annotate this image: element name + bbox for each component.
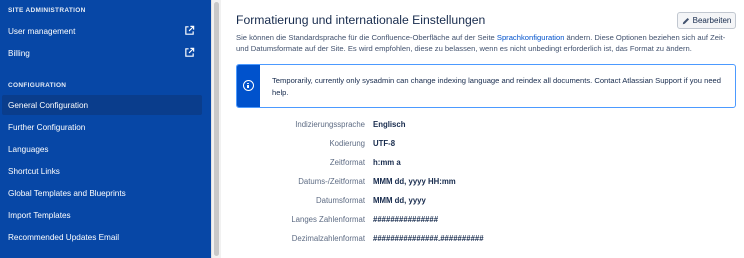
setting-row-time-format: Zeitformat h:mm a: [236, 158, 736, 176]
setting-label: Kodierung: [329, 139, 365, 148]
scrollbar-thumb[interactable]: [214, 2, 219, 256]
setting-label: Dezimalzahlenformat: [291, 234, 365, 243]
setting-label: Indizierungssprache: [295, 120, 365, 129]
sidebar-item-import-templates[interactable]: Import Templates: [0, 205, 211, 225]
setting-value: MMM dd, yyyy HH:mm: [373, 177, 456, 186]
info-icon: [243, 80, 254, 91]
sidebar-item-billing[interactable]: Billing: [0, 43, 211, 63]
setting-value: ###############.##########: [373, 234, 484, 243]
setting-value: UTF-8: [373, 139, 396, 148]
sidebar-item-label: User management: [8, 26, 76, 36]
main-content: Formatierung und internationale Einstell…: [236, 0, 744, 258]
section-title-site-administration: SITE ADMINISTRATION: [8, 7, 86, 14]
setting-row-long-number-format: Langes Zahlenformat ###############: [236, 215, 736, 233]
language-configuration-link[interactable]: Sprachkonfiguration: [497, 33, 565, 42]
page-description: Sie können die Standardsprache für die C…: [236, 33, 736, 54]
external-link-icon: [185, 47, 195, 57]
setting-row-indexing-language: Indizierungssprache Englisch: [236, 120, 736, 138]
setting-label: Datums-/Zeitformat: [298, 177, 365, 186]
sidebar-item-label: Global Templates and Blueprints: [8, 188, 126, 198]
sidebar-scrollbar[interactable]: [211, 0, 221, 258]
section-title-configuration: CONFIGURATION: [8, 82, 67, 89]
admin-sidebar: SITE ADMINISTRATION User management Bill…: [0, 0, 211, 258]
setting-label: Zeitformat: [329, 158, 365, 167]
sidebar-item-global-templates[interactable]: Global Templates and Blueprints: [0, 183, 211, 203]
page-title: Formatierung und internationale Einstell…: [236, 13, 486, 27]
setting-label: Datumsformat: [316, 196, 365, 205]
sidebar-item-label: Shortcut Links: [8, 166, 60, 176]
setting-value: h:mm a: [373, 158, 401, 167]
sidebar-item-user-management[interactable]: User management: [0, 21, 211, 41]
description-text-before: Sie können die Standardsprache für die C…: [236, 33, 497, 42]
setting-value: Englisch: [373, 120, 406, 129]
sidebar-item-label: Recommended Updates Email: [8, 232, 120, 242]
setting-value: ###############: [373, 215, 439, 224]
setting-row-date-format: Datumsformat MMM dd, yyyy: [236, 196, 736, 214]
setting-row-datetime-format: Datums-/Zeitformat MMM dd, yyyy HH:mm: [236, 177, 736, 195]
info-bar: [237, 65, 260, 107]
sidebar-item-label: Billing: [8, 48, 30, 58]
sidebar-item-label: Further Configuration: [8, 122, 86, 132]
sidebar-item-label: Import Templates: [8, 210, 71, 220]
sidebar-item-recommended-updates-email[interactable]: Recommended Updates Email: [0, 227, 211, 247]
sidebar-item-label: General Configuration: [8, 100, 89, 110]
setting-row-decimal-number-format: Dezimalzahlenformat ###############.####…: [236, 234, 736, 252]
info-message: Temporarily, currently only sysadmin can…: [236, 64, 736, 108]
setting-row-encoding: Kodierung UTF-8: [236, 139, 736, 157]
sidebar-item-label: Languages: [8, 144, 49, 154]
setting-value: MMM dd, yyyy: [373, 196, 426, 205]
sidebar-item-languages[interactable]: Languages: [0, 139, 211, 159]
setting-label: Langes Zahlenformat: [291, 215, 365, 224]
edit-button[interactable]: Bearbeiten: [677, 12, 736, 29]
info-message-text: Temporarily, currently only sysadmin can…: [272, 76, 721, 97]
sidebar-item-general-configuration[interactable]: General Configuration: [2, 95, 202, 115]
external-link-icon: [185, 25, 195, 35]
pencil-icon: [682, 17, 689, 24]
edit-button-label: Bearbeiten: [692, 16, 732, 25]
sidebar-item-shortcut-links[interactable]: Shortcut Links: [0, 161, 211, 181]
sidebar-item-further-configuration[interactable]: Further Configuration: [0, 117, 211, 137]
